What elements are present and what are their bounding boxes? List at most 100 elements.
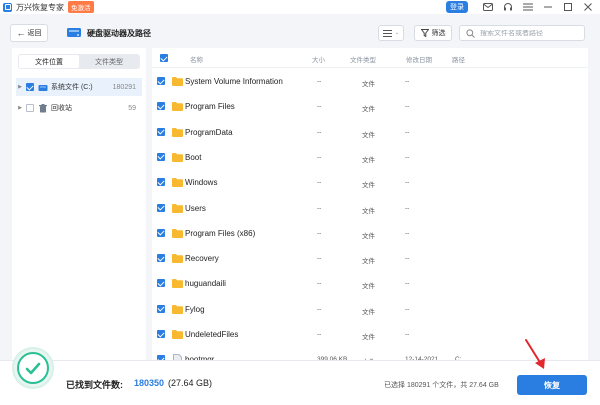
column-header-date[interactable]: 修改日期 [406,54,432,64]
file-date: -- [405,255,410,263]
file-size: -- [317,280,322,288]
page-title: 硬盘驱动器及路径 [87,29,151,38]
tab-file-type[interactable]: 文件类型 [79,55,139,68]
select-all-checkbox[interactable] [160,54,168,62]
folder-icon [172,330,183,339]
expand-caret-icon[interactable]: ▶ [16,105,24,111]
menu-icon[interactable] [520,0,536,14]
row-checkbox[interactable] [157,152,165,161]
row-checkbox[interactable] [157,77,165,85]
file-size: -- [317,204,322,212]
row-checkbox[interactable] [157,127,165,136]
folder-icon [172,228,183,238]
found-files-size: (27.64 GB) [168,378,213,388]
file-name: huguandaili [185,279,226,289]
recycle-bin-icon [39,103,47,112]
row-checkbox[interactable] [157,228,165,237]
folder-icon [172,304,183,314]
tab-file-location[interactable]: 文件位置 [19,55,79,68]
folder-icon [172,279,183,289]
tree-checkbox[interactable] [26,104,34,112]
recover-button[interactable]: 恢复 [517,375,587,395]
file-type: 文件 [362,81,375,88]
tree-item-count: 59 [128,104,136,112]
filter-button[interactable]: 筛选 [414,25,452,41]
drive-icon [38,84,48,91]
tree-checkbox[interactable] [26,83,34,91]
close-icon[interactable] [580,0,596,14]
folder-icon [172,203,183,213]
column-header-name[interactable]: 名称 [190,54,203,64]
file-date: -- [405,305,410,313]
folder-icon [172,254,183,264]
minimize-icon[interactable] [540,0,556,14]
view-mode-button[interactable]: ⌄ [378,25,404,41]
back-label: 返回 [27,30,42,37]
file-date: -- [405,153,410,161]
table-row[interactable]: Program Files -- 文件 -- [152,94,588,119]
table-row[interactable]: huguandaili -- 文件 -- [152,271,588,296]
column-header-type[interactable]: 文件类型 [350,54,376,64]
annotation-arrow-icon [525,339,545,369]
tree-item-recycle-bin[interactable]: ▶ 回收站 59 [16,99,142,117]
table-row[interactable]: Windows -- 文件 -- [152,170,588,195]
table-row[interactable]: System Volume Information -- 文件 -- [152,69,588,94]
row-checkbox[interactable] [157,304,165,313]
back-button[interactable]: ← 返回 [10,24,48,42]
row-checkbox[interactable] [157,203,165,212]
row-checkbox[interactable] [157,330,165,338]
search-icon [466,28,475,38]
file-date: -- [405,280,410,288]
file-size: -- [317,305,322,313]
expand-caret-icon[interactable]: ▶ [16,84,24,90]
table-row[interactable]: bootmgr399.06 KB文件12-14-2021C: [152,347,588,360]
file-type: 文件 [362,131,375,139]
file-name: System Volume Information [185,77,283,86]
file-name: Program Files (x86) [185,228,256,238]
table-header: 名称 大小 文件类型 修改日期 路径 [152,48,588,68]
mail-icon[interactable] [480,0,496,14]
row-checkbox[interactable] [157,279,165,288]
title-bar: 万兴恢复专家 免激活 登录 [0,0,600,14]
app-logo-icon [3,2,12,12]
edition-badge: 免激活 [68,1,94,13]
table-row[interactable]: Fylog -- 文件 -- [152,297,588,322]
column-header-path[interactable]: 路径 [452,54,465,64]
maximize-icon[interactable] [560,0,576,14]
file-name: Fylog [185,304,205,314]
table-row[interactable]: Program Files (x86) -- 文件 -- [152,221,588,246]
file-date: -- [405,179,410,187]
file-size: -- [317,179,322,187]
file-type: 文件 [362,308,375,316]
table-row[interactable]: UndeletedFiles -- 文件 -- [152,322,588,347]
table-row[interactable]: Users -- 文件 -- [152,196,588,221]
table-row[interactable]: Boot -- 文件 -- [152,145,588,170]
file-name: UndeletedFiles [185,330,239,339]
table-row[interactable]: Recovery -- 文件 -- [152,246,588,271]
selected-files-info: 已选择 180291 个文件，共 27.64 GB [384,382,499,389]
tree-item-system-drive[interactable]: ▶ 系统文件 (C:) 180291 [16,78,142,96]
found-files-label: 已找到文件数: [66,380,123,390]
header-bar: ← 返回 硬盘驱动器及路径 ⌄ 筛选 [0,18,600,48]
row-checkbox[interactable] [157,102,165,111]
file-size: -- [317,78,322,85]
table-row[interactable]: ProgramData -- 文件 -- [152,120,588,145]
folder-icon [172,152,183,162]
file-type: 文件 [362,207,375,215]
column-header-size[interactable]: 大小 [312,54,325,64]
file-size: -- [317,331,322,338]
login-button[interactable]: 登录 [446,1,468,13]
folder-icon [172,178,183,188]
row-checkbox[interactable] [157,178,165,187]
tree-item-label: 回收站 [51,105,72,112]
file-name: Windows [185,178,218,188]
filter-icon [420,29,429,37]
sidebar-panel: 文件位置 文件类型 ▶ 系统文件 (C:) 180291 ▶ 回收站 59 [12,48,146,360]
folder-icon [172,77,183,86]
search-box[interactable] [459,25,585,41]
row-checkbox[interactable] [157,254,165,263]
file-date: -- [405,229,410,237]
search-input[interactable] [480,29,580,37]
scan-complete-badge [12,347,54,389]
headset-icon[interactable] [500,0,516,14]
